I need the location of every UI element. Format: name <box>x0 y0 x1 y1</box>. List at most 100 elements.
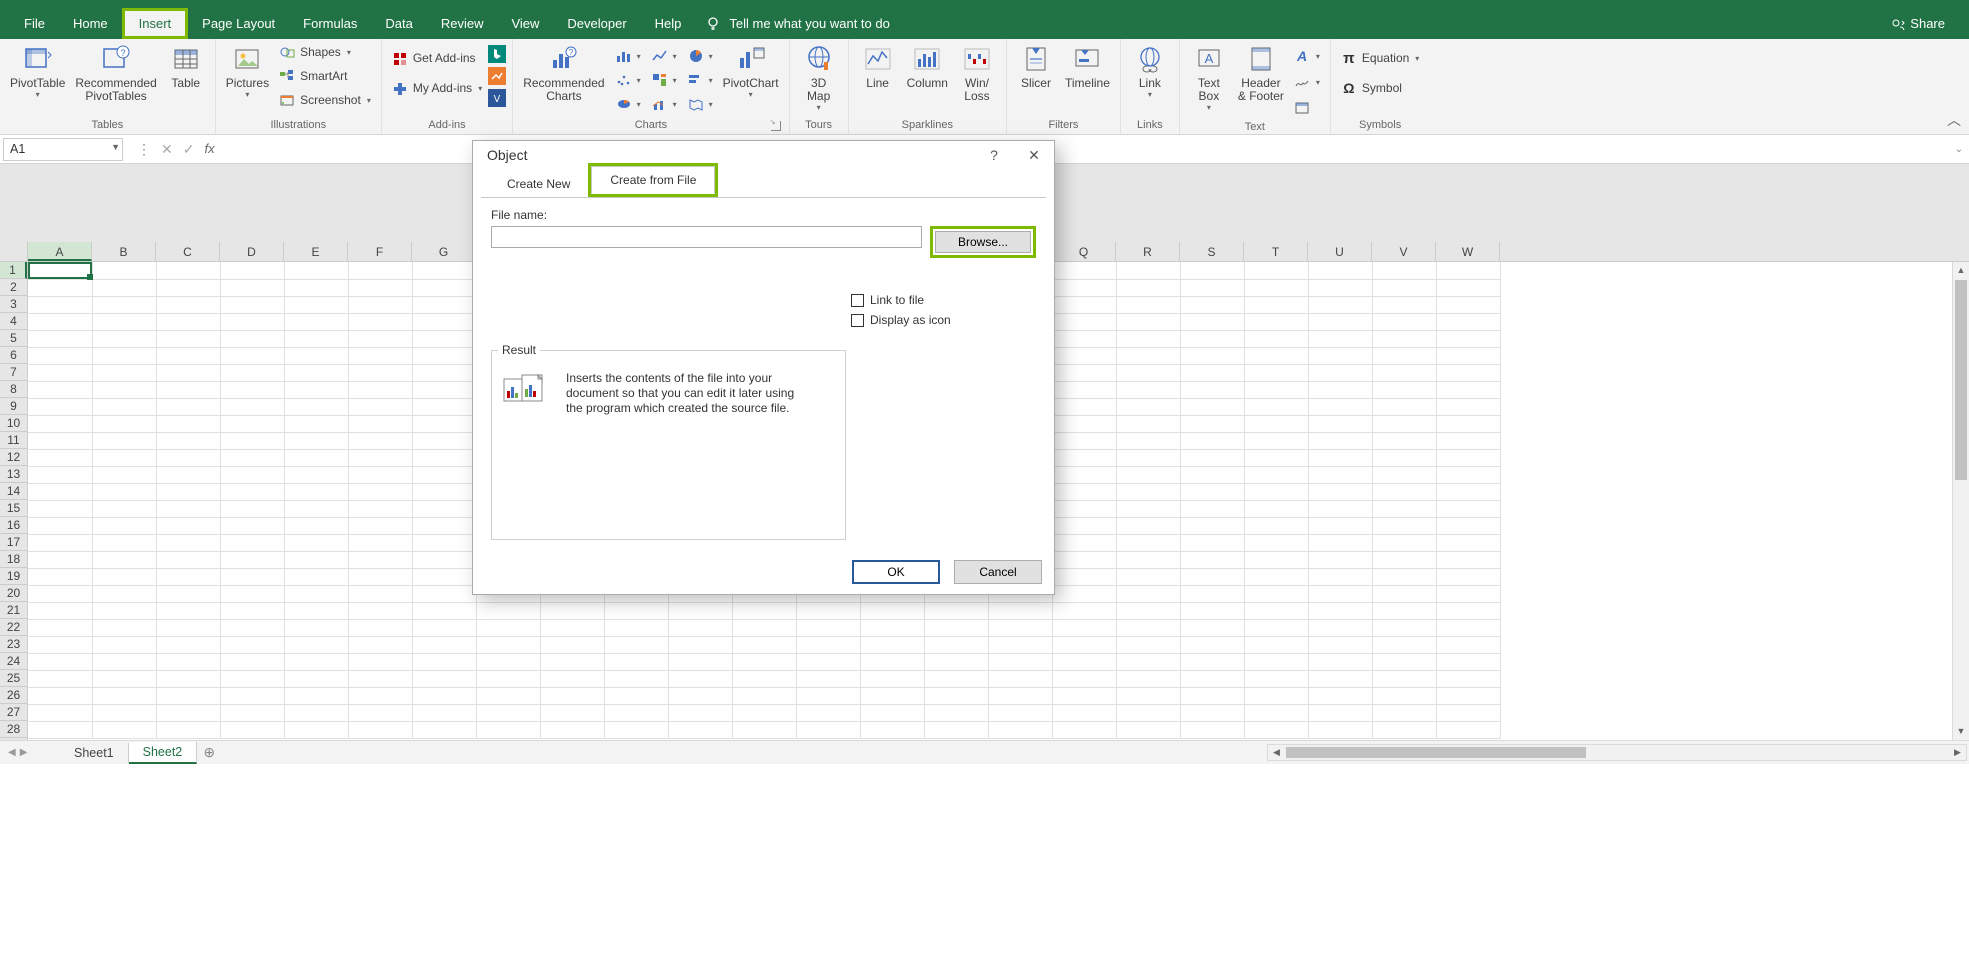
row-header-6[interactable]: 6 <box>0 347 27 364</box>
scatter-chart-button[interactable]: ▾ <box>611 69 645 91</box>
row-header-26[interactable]: 26 <box>0 687 27 704</box>
cancel-button[interactable]: Cancel <box>954 560 1042 584</box>
tab-file[interactable]: File <box>10 8 59 39</box>
visio-icon[interactable]: V <box>488 89 506 107</box>
sparkline-column-button[interactable]: Column <box>903 41 952 117</box>
row-header-18[interactable]: 18 <box>0 551 27 568</box>
row-header-23[interactable]: 23 <box>0 636 27 653</box>
column-header-Q[interactable]: Q <box>1052 242 1116 261</box>
column-header-F[interactable]: F <box>348 242 412 261</box>
screenshot-button[interactable]: Screenshot▾ <box>275 89 375 111</box>
row-header-12[interactable]: 12 <box>0 449 27 466</box>
row-header-10[interactable]: 10 <box>0 415 27 432</box>
sheet-next-icon[interactable]: ▶ <box>20 747 28 758</box>
column-header-S[interactable]: S <box>1180 242 1244 261</box>
sheet-nav-buttons[interactable]: ◀▶ <box>0 747 40 758</box>
browse-button[interactable]: Browse... <box>935 231 1031 253</box>
row-header-25[interactable]: 25 <box>0 670 27 687</box>
row-header-22[interactable]: 22 <box>0 619 27 636</box>
row-header-4[interactable]: 4 <box>0 313 27 330</box>
row-header-9[interactable]: 9 <box>0 398 27 415</box>
sheet-tab-sheet1[interactable]: Sheet1 <box>60 743 129 763</box>
range-selector-icon[interactable]: ⋮ <box>137 141 151 158</box>
sparkline-line-button[interactable]: Line <box>855 41 901 117</box>
row-header-19[interactable]: 19 <box>0 568 27 585</box>
scroll-thumb[interactable] <box>1955 280 1967 480</box>
combo-chart-button[interactable]: ▾ <box>647 93 681 115</box>
expand-formula-bar-button[interactable]: ⌄ <box>1949 144 1969 155</box>
bar-chart-button[interactable]: ▾ <box>683 69 717 91</box>
link-to-file-checkbox[interactable]: Link to file <box>851 293 951 307</box>
fx-icon[interactable]: fx <box>204 141 214 158</box>
row-header-8[interactable]: 8 <box>0 381 27 398</box>
pivotchart-button[interactable]: PivotChart ▾ <box>719 41 783 117</box>
sparkline-winloss-button[interactable]: Win/ Loss <box>954 41 1000 117</box>
object-button[interactable] <box>1290 97 1324 119</box>
row-header-21[interactable]: 21 <box>0 602 27 619</box>
display-as-icon-checkbox[interactable]: Display as icon <box>851 313 951 327</box>
row-header-16[interactable]: 16 <box>0 517 27 534</box>
timeline-button[interactable]: Timeline <box>1061 41 1114 117</box>
tab-data[interactable]: Data <box>371 8 426 39</box>
tell-me-search[interactable]: Tell me what you want to do <box>705 16 889 32</box>
column-header-W[interactable]: W <box>1436 242 1500 261</box>
column-header-T[interactable]: T <box>1244 242 1308 261</box>
my-addins-button[interactable]: My Add-ins▾ <box>388 77 486 99</box>
dialog-close-button[interactable]: ✕ <box>1014 147 1054 164</box>
column-header-B[interactable]: B <box>92 242 156 261</box>
column-header-U[interactable]: U <box>1308 242 1372 261</box>
map-chart-button[interactable]: ▾ <box>683 93 717 115</box>
pivottable-button[interactable]: PivotTable ▾ <box>6 41 69 117</box>
row-header-3[interactable]: 3 <box>0 296 27 313</box>
ok-button[interactable]: OK <box>852 560 940 584</box>
dialog-tab-create-new[interactable]: Create New <box>489 171 588 197</box>
column-header-E[interactable]: E <box>284 242 348 261</box>
sheet-tab-sheet2[interactable]: Sheet2 <box>129 742 198 764</box>
slicer-button[interactable]: Slicer <box>1013 41 1059 117</box>
row-header-28[interactable]: 28 <box>0 721 27 738</box>
row-header-7[interactable]: 7 <box>0 364 27 381</box>
equation-button[interactable]: πEquation▾ <box>1337 47 1423 69</box>
scroll-down-icon[interactable]: ▼ <box>1953 723 1969 740</box>
shapes-button[interactable]: Shapes▾ <box>275 41 375 63</box>
column-chart-button[interactable]: ▾ <box>611 45 645 67</box>
tab-help[interactable]: Help <box>641 8 696 39</box>
people-graph-icon[interactable] <box>488 67 506 85</box>
scroll-right-icon[interactable]: ▶ <box>1949 745 1966 760</box>
symbol-button[interactable]: ΩSymbol <box>1337 77 1423 99</box>
dialog-tab-create-from-file[interactable]: Create from File <box>591 166 715 194</box>
smartart-button[interactable]: SmartArt <box>275 65 375 87</box>
cancel-formula-icon[interactable]: ✕ <box>161 141 173 158</box>
scroll-left-icon[interactable]: ◀ <box>1268 745 1285 760</box>
row-header-27[interactable]: 27 <box>0 704 27 721</box>
row-header-15[interactable]: 15 <box>0 500 27 517</box>
column-header-G[interactable]: G <box>412 242 476 261</box>
horizontal-scrollbar[interactable]: ◀ ▶ <box>1267 744 1967 761</box>
enter-formula-icon[interactable]: ✓ <box>183 141 195 158</box>
pie3d-chart-button[interactable]: ▾ <box>611 93 645 115</box>
dialog-titlebar[interactable]: Object ? ✕ <box>473 141 1054 169</box>
column-header-R[interactable]: R <box>1116 242 1180 261</box>
row-header-5[interactable]: 5 <box>0 330 27 347</box>
row-header-24[interactable]: 24 <box>0 653 27 670</box>
scroll-thumb[interactable] <box>1286 747 1586 758</box>
tab-formulas[interactable]: Formulas <box>289 8 371 39</box>
row-header-14[interactable]: 14 <box>0 483 27 500</box>
text-box-button[interactable]: AText Box▾ <box>1186 41 1232 117</box>
recommended-pivottables-button[interactable]: ? Recommended PivotTables <box>71 41 160 117</box>
bing-icon[interactable] <box>488 45 506 63</box>
row-header-13[interactable]: 13 <box>0 466 27 483</box>
wordart-button[interactable]: A▾ <box>1290 45 1324 67</box>
line-chart-button[interactable]: ▾ <box>647 45 681 67</box>
vertical-scrollbar[interactable]: ▲ ▼ <box>1952 262 1969 740</box>
row-header-20[interactable]: 20 <box>0 585 27 602</box>
collapse-ribbon-button[interactable]: ︿ <box>1947 110 1961 130</box>
dialog-help-button[interactable]: ? <box>974 147 1014 163</box>
row-header-2[interactable]: 2 <box>0 279 27 296</box>
sheet-prev-icon[interactable]: ◀ <box>8 747 16 758</box>
signature-button[interactable]: ▾ <box>1290 71 1324 93</box>
hierarchy-chart-button[interactable]: ▾ <box>647 69 681 91</box>
row-header-17[interactable]: 17 <box>0 534 27 551</box>
column-header-V[interactable]: V <box>1372 242 1436 261</box>
get-addins-button[interactable]: Get Add-ins <box>388 47 486 69</box>
